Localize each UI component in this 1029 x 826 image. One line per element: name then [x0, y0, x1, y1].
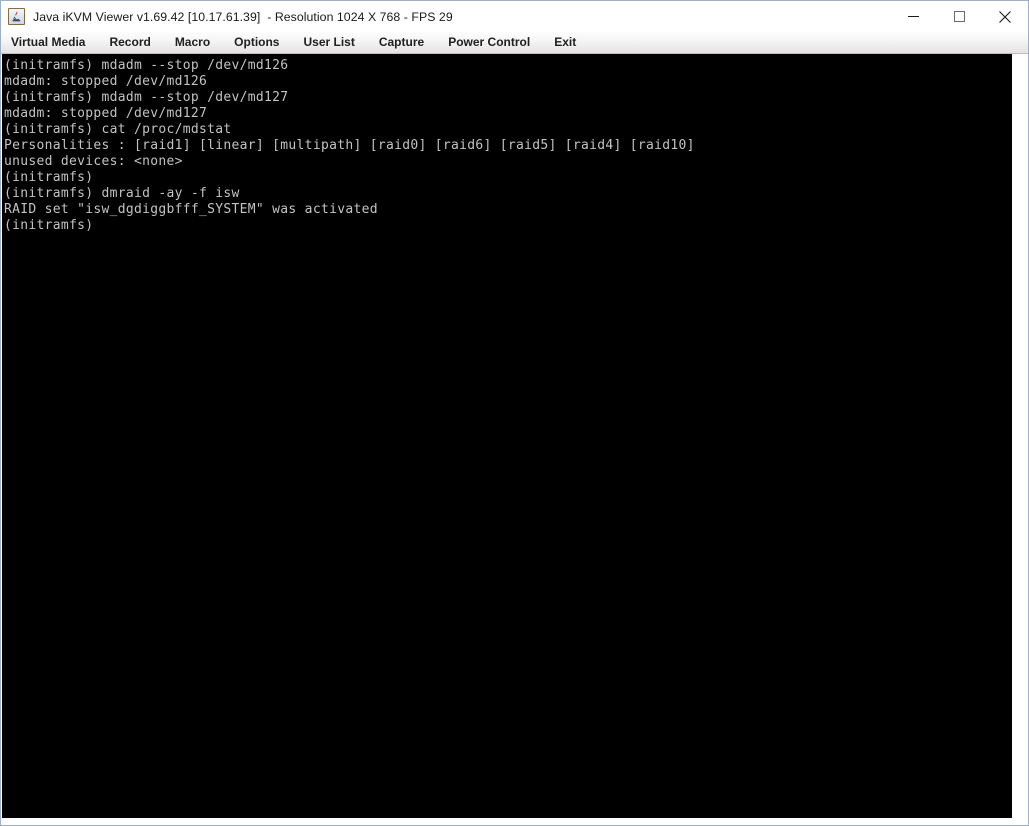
menu-item-virtual-media[interactable]: Virtual Media — [11, 32, 85, 53]
java-coffee-cup-icon — [8, 8, 25, 25]
menu-item-record[interactable]: Record — [109, 32, 150, 53]
terminal-line: Personalities : [raid1] [linear] [multip… — [4, 138, 695, 153]
minimize-icon[interactable] — [890, 1, 936, 32]
terminal-line: unused devices: <none> — [4, 154, 183, 169]
menu-item-capture[interactable]: Capture — [379, 32, 424, 53]
terminal-line: (initramfs) dmraid -ay -f isw — [4, 186, 240, 201]
terminal-line: (initramfs) — [4, 170, 94, 185]
window-controls — [890, 1, 1028, 32]
close-icon[interactable] — [982, 1, 1028, 32]
terminal-line: (initramfs) mdadm --stop /dev/md127 — [4, 90, 289, 105]
menu-item-options[interactable]: Options — [234, 32, 279, 53]
terminal-line: (initramfs) cat /proc/mdstat — [4, 122, 232, 137]
remote-console-screen[interactable]: (initramfs) mdadm --stop /dev/md126 mdadm… — [2, 54, 1012, 818]
maximize-icon[interactable] — [936, 1, 982, 32]
window-title: Java iKVM Viewer v1.69.42 [10.17.61.39] … — [33, 9, 453, 24]
menu-item-power-control[interactable]: Power Control — [448, 32, 530, 53]
remote-console-area: (initramfs) mdadm --stop /dev/md126 mdadm… — [1, 54, 1028, 825]
menu-item-macro[interactable]: Macro — [175, 32, 210, 53]
menu-item-user-list[interactable]: User List — [303, 32, 354, 53]
terminal-output: (initramfs) mdadm --stop /dev/md126 mdadm… — [3, 55, 1012, 234]
terminal-line: mdadm: stopped /dev/md126 — [4, 74, 208, 89]
title-bar: Java iKVM Viewer v1.69.42 [10.17.61.39] … — [1, 1, 1028, 32]
ikvm-viewer-window: Java iKVM Viewer v1.69.42 [10.17.61.39] … — [0, 0, 1029, 826]
menu-item-exit[interactable]: Exit — [554, 32, 576, 53]
menu-bar: Virtual Media Record Macro Options User … — [1, 32, 1028, 54]
terminal-line: mdadm: stopped /dev/md127 — [4, 106, 208, 121]
terminal-line: (initramfs) mdadm --stop /dev/md126 — [4, 58, 289, 73]
terminal-line: (initramfs) — [4, 218, 94, 233]
terminal-line: RAID set "isw_dgdiggbfff_SYSTEM" was act… — [4, 202, 378, 217]
